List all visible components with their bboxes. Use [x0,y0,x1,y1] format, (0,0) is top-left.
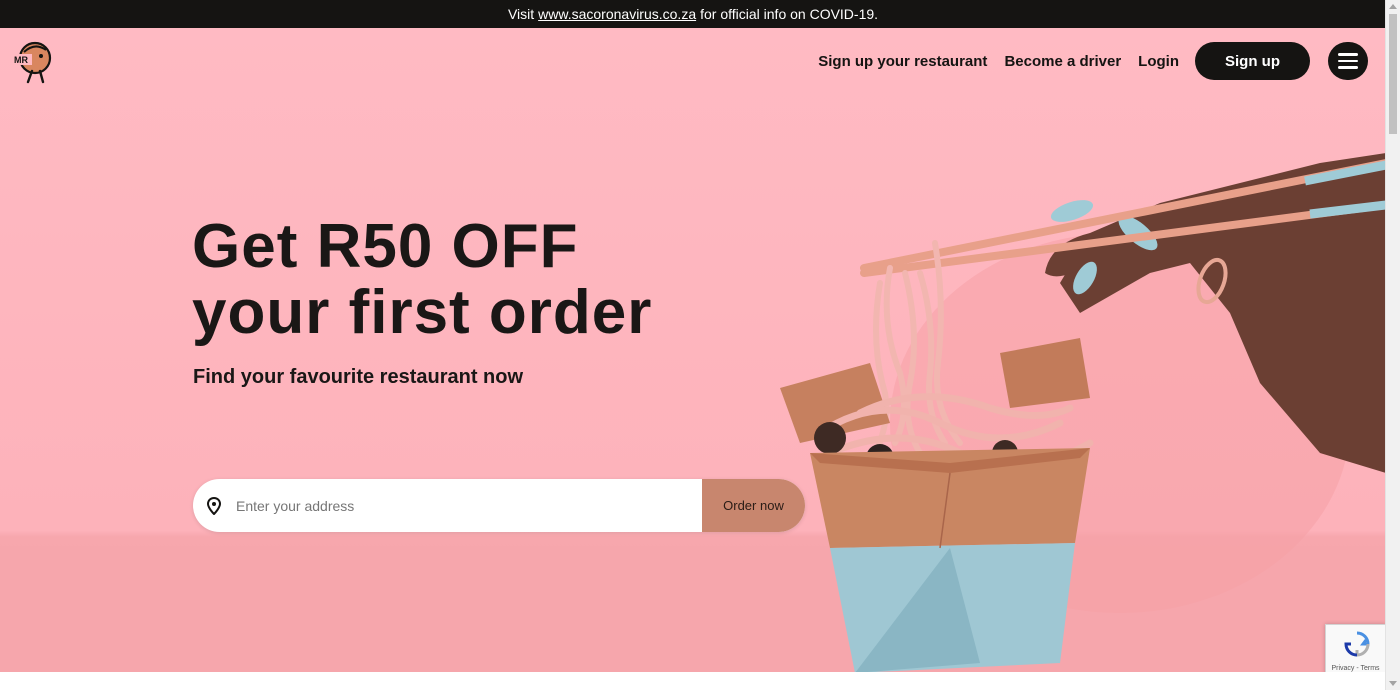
location-pin-icon [206,496,222,515]
hero-headline: Get R50 OFF your first order [192,214,652,346]
hamburger-menu-icon-line [1338,66,1358,69]
banner-prefix: Visit [507,6,535,22]
page-bottom-strip [0,672,1386,690]
banner-suffix: for official info on COVID-19. [700,6,879,22]
hamburger-menu-icon [1338,53,1358,56]
scroll-down-arrow-icon[interactable] [1389,681,1397,686]
signup-button[interactable]: Sign up [1195,42,1310,80]
mr-d-mascot-logo-icon: MR [14,41,52,84]
hamburger-menu-button[interactable] [1328,42,1368,80]
recaptcha-badge[interactable]: Privacy - Terms [1325,624,1386,676]
page-scrollbar[interactable] [1385,0,1400,690]
noodle-box-hand-illustration [780,153,1386,672]
covid-banner: Visit www.sacoronavirus.co.za for offici… [0,0,1386,28]
hero-section: MR Sign up your restaurant Become a driv… [0,28,1386,672]
scrollbar-thumb[interactable] [1389,14,1397,134]
hero-subheadline: Find your favourite restaurant now [193,366,524,388]
recaptcha-icon [1344,631,1370,657]
top-nav: Sign up your restaurant Become a driver … [818,41,1386,81]
signup-restaurant-link[interactable]: Sign up your restaurant [818,53,987,70]
headline-line-1: Get R50 OFF [192,212,579,281]
sacoronavirus-link[interactable]: www.sacoronavirus.co.za [538,6,696,22]
address-input[interactable] [234,479,702,532]
address-search-bar: Order now [193,479,805,532]
become-driver-link[interactable]: Become a driver [1004,53,1121,70]
mr-d-logo[interactable]: MR [12,38,54,84]
logo-text: MR [14,55,28,65]
login-link[interactable]: Login [1138,53,1179,70]
scroll-up-arrow-icon[interactable] [1389,4,1397,9]
recaptcha-privacy-terms[interactable]: Privacy - Terms [1331,665,1379,672]
headline-line-2: your first order [192,278,653,347]
hamburger-menu-icon-line [1338,59,1358,63]
